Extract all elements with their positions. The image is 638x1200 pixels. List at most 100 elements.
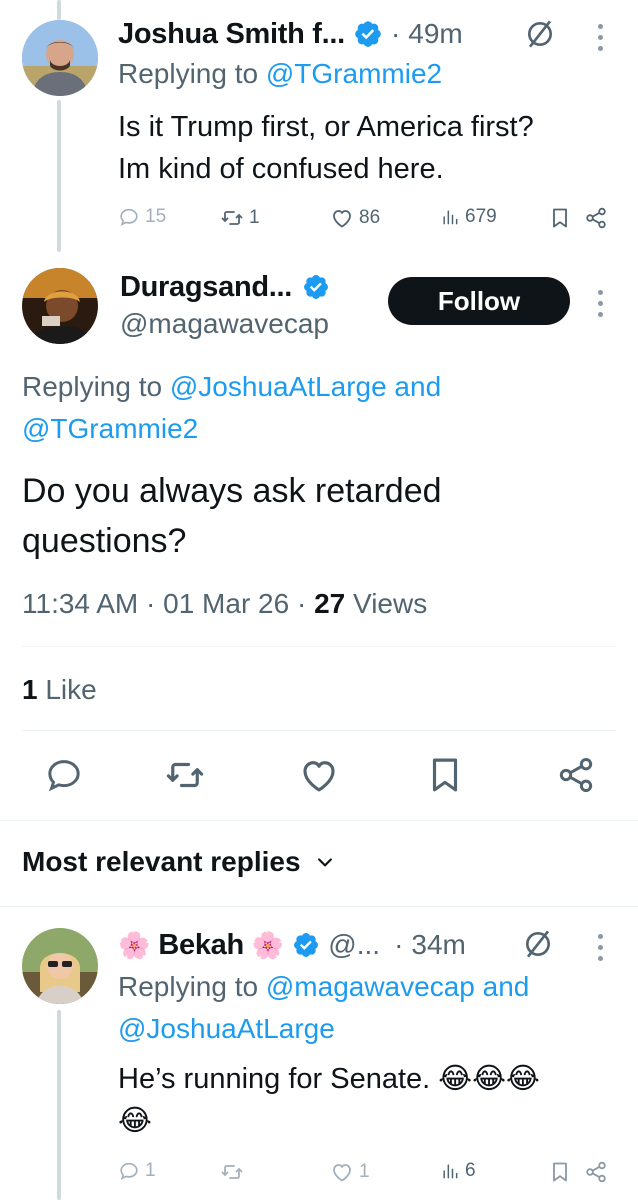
heart-icon xyxy=(330,1160,354,1184)
cherry-blossom-icon: 🌸 xyxy=(251,929,285,960)
tweet-date[interactable]: 01 Mar 26 xyxy=(163,588,289,619)
tweet3-header: 🌸 Bekah 🌸 @... · 34m xyxy=(118,926,466,964)
person-photo-icon xyxy=(22,928,98,1004)
replying-to: Replying to @TGrammie2 xyxy=(118,58,442,90)
repost-arrows-icon xyxy=(220,206,244,230)
mention-link[interactable]: @JoshuaAtLarge xyxy=(170,371,387,402)
tweet-text: He’s running for Senate. 😂😂😂 😂 xyxy=(118,1058,540,1142)
replying-and: and xyxy=(474,971,530,1002)
tweet-time[interactable]: 11:34 AM xyxy=(22,588,138,619)
share-icon[interactable] xyxy=(584,1160,608,1184)
timestamp[interactable]: 34m xyxy=(411,929,465,961)
vertical-dots-icon[interactable] xyxy=(598,290,604,323)
views-button[interactable]: 6 xyxy=(440,1160,476,1182)
vertical-dots-icon[interactable] xyxy=(598,934,604,967)
tweet-text-line: 😂 xyxy=(118,1105,152,1137)
replying-prefix: Replying to xyxy=(118,58,266,89)
mention-link[interactable]: @magawavecap xyxy=(266,971,475,1002)
reply-button[interactable]: 15 xyxy=(118,206,166,228)
likes-count: 1 xyxy=(22,674,38,705)
bookmark-icon[interactable] xyxy=(548,206,572,230)
like-button[interactable]: 1 xyxy=(330,1160,370,1184)
share-icon[interactable] xyxy=(584,206,608,230)
tweet-text-line: Do you always ask retarded xyxy=(22,472,442,510)
mention-link[interactable]: @TGrammie2 xyxy=(266,58,442,89)
mention-link[interactable]: @TGrammie2 xyxy=(22,413,198,444)
display-name[interactable]: Bekah xyxy=(158,929,244,962)
tweet-meta: 11:34 AM · 01 Mar 26 · 27 Views xyxy=(22,588,427,620)
speech-bubble-icon xyxy=(118,206,140,228)
user-handle[interactable]: @magawavecap xyxy=(120,308,329,340)
heart-icon[interactable] xyxy=(298,754,340,796)
replying-and: and xyxy=(386,371,442,402)
dot-separator: · xyxy=(390,18,401,49)
reply-count: 1 xyxy=(145,1160,156,1181)
tweet1-header: Joshua Smith f... · 49m xyxy=(118,14,463,54)
tweet-text: Is it Trump first, or America first? Im … xyxy=(118,106,534,190)
replies-sort-selector[interactable]: Most relevant replies xyxy=(22,846,335,878)
replying-to: Replying to @JoshuaAtLarge and @TGrammie… xyxy=(22,366,622,450)
repost-arrows-icon xyxy=(220,1160,244,1184)
thread-line-tweet1 xyxy=(57,100,61,252)
heart-icon xyxy=(330,206,354,230)
divider xyxy=(0,906,638,907)
verified-badge-icon xyxy=(292,931,320,959)
avatar[interactable] xyxy=(22,20,98,96)
reply-count: 15 xyxy=(145,206,167,227)
replying-to: Replying to @magawavecap and @JoshuaAtLa… xyxy=(118,966,618,1050)
bar-chart-icon xyxy=(440,207,460,227)
thread-line-tweet3 xyxy=(57,1010,61,1200)
like-count: 86 xyxy=(359,207,381,228)
repost-button[interactable]: 1 xyxy=(220,206,260,230)
tweet-text-line: questions? xyxy=(22,522,187,560)
bar-chart-icon xyxy=(440,1161,460,1181)
bookmark-icon[interactable] xyxy=(424,754,466,796)
repost-count: 1 xyxy=(249,207,260,228)
bookmark-icon[interactable] xyxy=(548,1160,572,1184)
views-count: 6 xyxy=(465,1160,476,1181)
repost-button[interactable] xyxy=(220,1160,244,1184)
divider xyxy=(22,646,616,647)
avatar[interactable] xyxy=(22,268,98,344)
main-tweet-header: Duragsand... xyxy=(120,268,330,306)
timestamp[interactable]: 49m xyxy=(408,18,462,50)
cherry-blossom-icon: 🌸 xyxy=(118,929,151,960)
replying-prefix: Replying to xyxy=(118,971,266,1002)
views-count: 679 xyxy=(465,206,497,227)
user-handle[interactable]: @... xyxy=(328,929,380,961)
chevron-down-icon xyxy=(315,852,335,872)
tweet-text-line: He’s running for Senate. 😂😂😂 xyxy=(118,1063,540,1095)
follow-button[interactable]: Follow xyxy=(388,277,570,325)
tweet-text-line: Im kind of confused here. xyxy=(118,153,444,185)
divider xyxy=(0,820,638,821)
like-button[interactable]: 86 xyxy=(330,206,380,230)
speech-bubble-icon[interactable] xyxy=(44,755,84,795)
views-count: 27 xyxy=(314,588,346,619)
person-photo-icon xyxy=(22,268,98,344)
reply-button[interactable]: 1 xyxy=(118,1160,156,1182)
likes-summary[interactable]: 1 Like xyxy=(22,674,97,706)
views-label: Views xyxy=(353,588,428,619)
replying-prefix: Replying to xyxy=(22,371,170,402)
dot-separator: · xyxy=(146,588,164,619)
divider xyxy=(22,730,616,731)
display-name[interactable]: Duragsand... xyxy=(120,271,292,304)
share-icon[interactable] xyxy=(556,755,596,795)
vertical-dots-icon[interactable] xyxy=(598,24,604,57)
repost-arrows-icon[interactable] xyxy=(164,754,206,796)
mention-link[interactable]: @JoshuaAtLarge xyxy=(118,1013,335,1044)
tweet-text: Do you always ask retarded questions? xyxy=(22,466,442,566)
display-name[interactable]: Joshua Smith f... xyxy=(118,18,345,51)
speech-bubble-icon xyxy=(118,1160,140,1182)
like-count: 1 xyxy=(359,1161,370,1182)
circle-slash-icon[interactable] xyxy=(522,928,554,960)
views-button[interactable]: 679 xyxy=(440,206,497,228)
dot-separator: · xyxy=(394,929,404,960)
thread-line-top xyxy=(57,0,61,20)
verified-badge-icon xyxy=(353,19,383,49)
likes-label: Like xyxy=(45,674,97,705)
tweet-text-line: Is it Trump first, or America first? xyxy=(118,111,534,143)
dot-separator: · xyxy=(296,588,315,619)
circle-slash-icon[interactable] xyxy=(524,18,556,50)
avatar[interactable] xyxy=(22,928,98,1004)
